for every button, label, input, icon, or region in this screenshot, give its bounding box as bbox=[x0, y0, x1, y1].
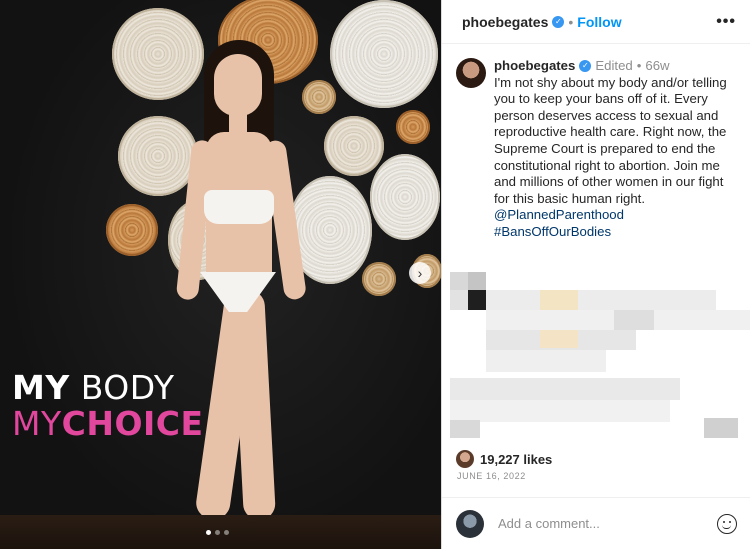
caption-line: and millions of other women in our fight bbox=[494, 174, 724, 190]
caption-line: person deserves access to sexual and bbox=[494, 107, 719, 123]
slogan-my-1: MY bbox=[12, 368, 70, 407]
instagram-post-view: MY BODY MYCHOICE › phoebegates ✓ • Follo… bbox=[0, 0, 750, 549]
verified-badge-icon: ✓ bbox=[552, 15, 565, 28]
comment-bar: Add a comment... bbox=[442, 497, 750, 549]
wall-basket bbox=[396, 110, 430, 144]
caption-line: for this basic human right. bbox=[494, 190, 645, 206]
blurred-comments bbox=[442, 268, 750, 438]
carousel-dot-active bbox=[206, 530, 211, 535]
comment-input[interactable]: Add a comment... bbox=[498, 516, 600, 531]
slogan-text: MY BODY MYCHOICE bbox=[12, 370, 204, 442]
emoji-icon[interactable] bbox=[717, 513, 737, 534]
caption-line: Supreme Court is prepared to end the bbox=[494, 140, 716, 156]
likes-row: 19,227 likes bbox=[456, 450, 552, 468]
chevron-right-icon: › bbox=[417, 265, 423, 281]
liker-avatar bbox=[456, 450, 474, 468]
hashtag-link[interactable]: #BansOffOurBodies bbox=[494, 224, 727, 241]
post-sidebar: phoebegates ✓ • Follow ••• phoebegates ✓… bbox=[441, 0, 750, 549]
carousel-dot bbox=[215, 530, 220, 535]
mention-link[interactable]: @PlannedParenthood bbox=[494, 207, 727, 224]
carousel-indicator bbox=[206, 530, 229, 535]
caption: phoebegates ✓ Edited • 66w I'm not shy a… bbox=[442, 44, 750, 241]
caption-line: reproductive health care. Right now, the bbox=[494, 124, 727, 140]
next-slide-button[interactable]: › bbox=[409, 262, 431, 284]
edited-label: Edited bbox=[595, 58, 633, 73]
wall-basket bbox=[362, 262, 396, 296]
separator-dot: • bbox=[636, 58, 642, 73]
likes-count[interactable]: 19,227 likes bbox=[480, 452, 552, 467]
separator-dot: • bbox=[568, 13, 574, 30]
slogan-choice: CHOICE bbox=[61, 404, 204, 443]
caption-username[interactable]: phoebegates bbox=[494, 58, 575, 75]
slogan-my-2: MY bbox=[12, 404, 62, 443]
avatar[interactable] bbox=[456, 58, 486, 88]
wall-basket bbox=[324, 116, 384, 176]
wall-basket bbox=[370, 154, 440, 240]
wall-basket bbox=[106, 204, 158, 256]
caption-line: constitutional right to abortion. Join m… bbox=[494, 157, 720, 173]
verified-badge-icon: ✓ bbox=[579, 60, 592, 73]
slogan-body: BODY bbox=[80, 368, 175, 407]
more-options-icon[interactable]: ••• bbox=[716, 13, 736, 31]
post-header: phoebegates ✓ • Follow ••• bbox=[442, 0, 750, 44]
model-figure bbox=[170, 40, 320, 540]
carousel-dot bbox=[224, 530, 229, 535]
post-image[interactable]: MY BODY MYCHOICE › bbox=[0, 0, 441, 549]
follow-button[interactable]: Follow bbox=[577, 14, 621, 30]
viewer-avatar bbox=[456, 509, 484, 538]
post-age: 66w bbox=[645, 58, 670, 73]
caption-text: I'm not shy about my body and/or telling… bbox=[494, 75, 727, 241]
post-date[interactable]: JUNE 16, 2022 bbox=[457, 471, 526, 481]
wall-basket bbox=[330, 0, 438, 108]
caption-line: I'm not shy about my body and/or telling bbox=[494, 74, 727, 90]
header-username[interactable]: phoebegates bbox=[462, 14, 548, 30]
caption-body: phoebegates ✓ Edited • 66w I'm not shy a… bbox=[494, 58, 727, 241]
caption-line: you to keep your bans off of it. Every bbox=[494, 91, 708, 107]
